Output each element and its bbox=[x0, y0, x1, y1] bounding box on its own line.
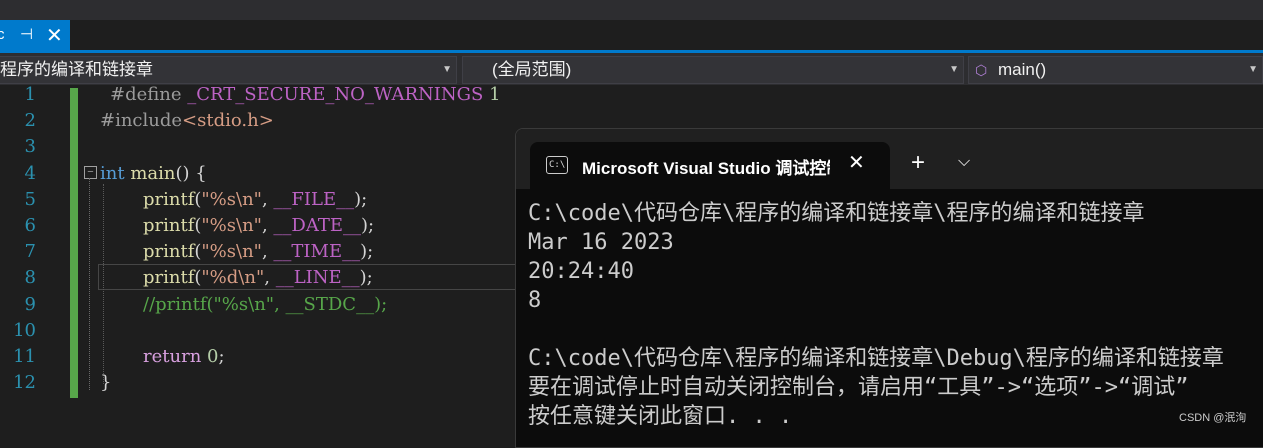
member-name: main() bbox=[998, 60, 1047, 79]
close-icon[interactable]: ✕ bbox=[848, 150, 865, 175]
project-dropdown[interactable]: 程序的编译和链接章 ▼ bbox=[0, 56, 457, 84]
console-line: Mar 16 2023 bbox=[528, 230, 674, 255]
code-line[interactable]: 1 #define _CRT_SECURE_NO_WARNINGS 1 bbox=[0, 82, 520, 108]
code-text: } bbox=[100, 372, 112, 394]
code-line[interactable]: 6 printf("%s\n", __DATE__); bbox=[0, 213, 520, 239]
console-line: C:\code\代码仓库\程序的编译和链接章\程序的编译和链接章 bbox=[528, 201, 1145, 226]
code-text: int main() { bbox=[100, 162, 207, 184]
console-line: 8 bbox=[528, 288, 542, 313]
console-titlebar: C:\ Microsoft Visual Studio 调试控制台 ✕ + ⌵ bbox=[516, 129, 1263, 190]
navigation-bar: 程序的编译和链接章 ▼ (全局范围) ▼ ⬡ main() ▼ bbox=[0, 53, 1263, 85]
project-name: 程序的编译和链接章 bbox=[0, 60, 153, 79]
code-line[interactable]: 7 printf("%s\n", __TIME__); bbox=[0, 239, 520, 265]
code-line[interactable]: 5 printf("%s\n", __FILE__); bbox=[0, 187, 520, 213]
code-line[interactable]: 10 bbox=[0, 318, 520, 344]
debug-console-window[interactable]: C:\ Microsoft Visual Studio 调试控制台 ✕ + ⌵ … bbox=[515, 128, 1263, 448]
code-text: #include<stdio.h> bbox=[100, 110, 274, 132]
pin-icon[interactable]: ⊣ bbox=[20, 25, 33, 43]
console-line: 20:24:40 bbox=[528, 259, 634, 284]
line-number: 5 bbox=[24, 188, 36, 210]
terminal-icon: C:\ bbox=[546, 156, 568, 174]
line-number: 8 bbox=[24, 267, 36, 289]
title-strip bbox=[0, 0, 1263, 20]
line-number: 11 bbox=[13, 346, 36, 367]
chevron-down-icon: ▼ bbox=[442, 64, 452, 75]
console-line: 要在调试停止时自动关闭控制台，请启用“工具”->“选项”->“调试” bbox=[528, 375, 1189, 400]
line-number: 6 bbox=[24, 215, 36, 236]
add-tab-icon[interactable]: + bbox=[911, 149, 925, 177]
line-number: 7 bbox=[24, 241, 36, 263]
line-number: 9 bbox=[24, 293, 36, 315]
scope-dropdown[interactable]: (全局范围) ▼ bbox=[462, 56, 964, 84]
tab-title: c bbox=[0, 26, 5, 43]
line-number: 3 bbox=[24, 136, 36, 158]
close-icon[interactable]: ✕ bbox=[46, 23, 63, 48]
console-title: Microsoft Visual Studio 调试控制台 bbox=[582, 159, 830, 178]
console-line: C:\code\代码仓库\程序的编译和链接章\Debug\程序的编译和链接章 bbox=[528, 346, 1224, 371]
code-text: #define _CRT_SECURE_NO_WARNINGS 1 bbox=[110, 84, 501, 105]
chevron-down-icon[interactable]: ⌵ bbox=[958, 153, 970, 171]
code-text: printf("%s\n", __TIME__); bbox=[143, 241, 374, 263]
code-text: printf("%s\n", __DATE__); bbox=[143, 215, 375, 236]
code-line[interactable]: 2 #include<stdio.h> bbox=[0, 108, 520, 134]
watermark: CSDN @泯洵 bbox=[1179, 412, 1247, 424]
editor-tab[interactable]: c ⊣ ✕ bbox=[0, 20, 70, 50]
code-line[interactable]: 9 //printf("%s\n", __STDC__); bbox=[0, 292, 520, 318]
code-text: return 0; bbox=[143, 346, 225, 367]
code-line[interactable]: 8 printf("%d\n", __LINE__); bbox=[0, 265, 520, 291]
code-text: printf("%d\n", __LINE__); bbox=[143, 267, 373, 289]
line-number: 2 bbox=[24, 110, 36, 132]
code-text: //printf("%s\n", __STDC__); bbox=[143, 293, 388, 315]
console-output: C:\code\代码仓库\程序的编译和链接章\程序的编译和链接章 Mar 16 2… bbox=[528, 199, 1224, 431]
console-tab[interactable]: C:\ Microsoft Visual Studio 调试控制台 ✕ bbox=[530, 142, 890, 190]
line-number: 12 bbox=[13, 372, 36, 394]
chevron-down-icon: ▼ bbox=[1248, 64, 1258, 75]
code-text: printf("%s\n", __FILE__); bbox=[143, 188, 368, 210]
line-number: 10 bbox=[13, 319, 36, 341]
line-number: 4 bbox=[24, 162, 36, 184]
code-line[interactable]: 12} bbox=[0, 370, 520, 396]
member-dropdown[interactable]: ⬡ main() ▼ bbox=[968, 56, 1263, 84]
console-line: 按任意键关闭此窗口. . . bbox=[528, 404, 793, 429]
member-cube-icon: ⬡ bbox=[975, 62, 988, 78]
code-line[interactable]: 4 int main() { bbox=[0, 161, 520, 187]
line-number: 1 bbox=[24, 84, 36, 105]
code-line[interactable]: 3 bbox=[0, 134, 520, 160]
scope-name: (全局范围) bbox=[492, 60, 572, 79]
chevron-down-icon: ▼ bbox=[949, 64, 959, 75]
code-line[interactable]: 11 return 0; bbox=[0, 344, 520, 370]
